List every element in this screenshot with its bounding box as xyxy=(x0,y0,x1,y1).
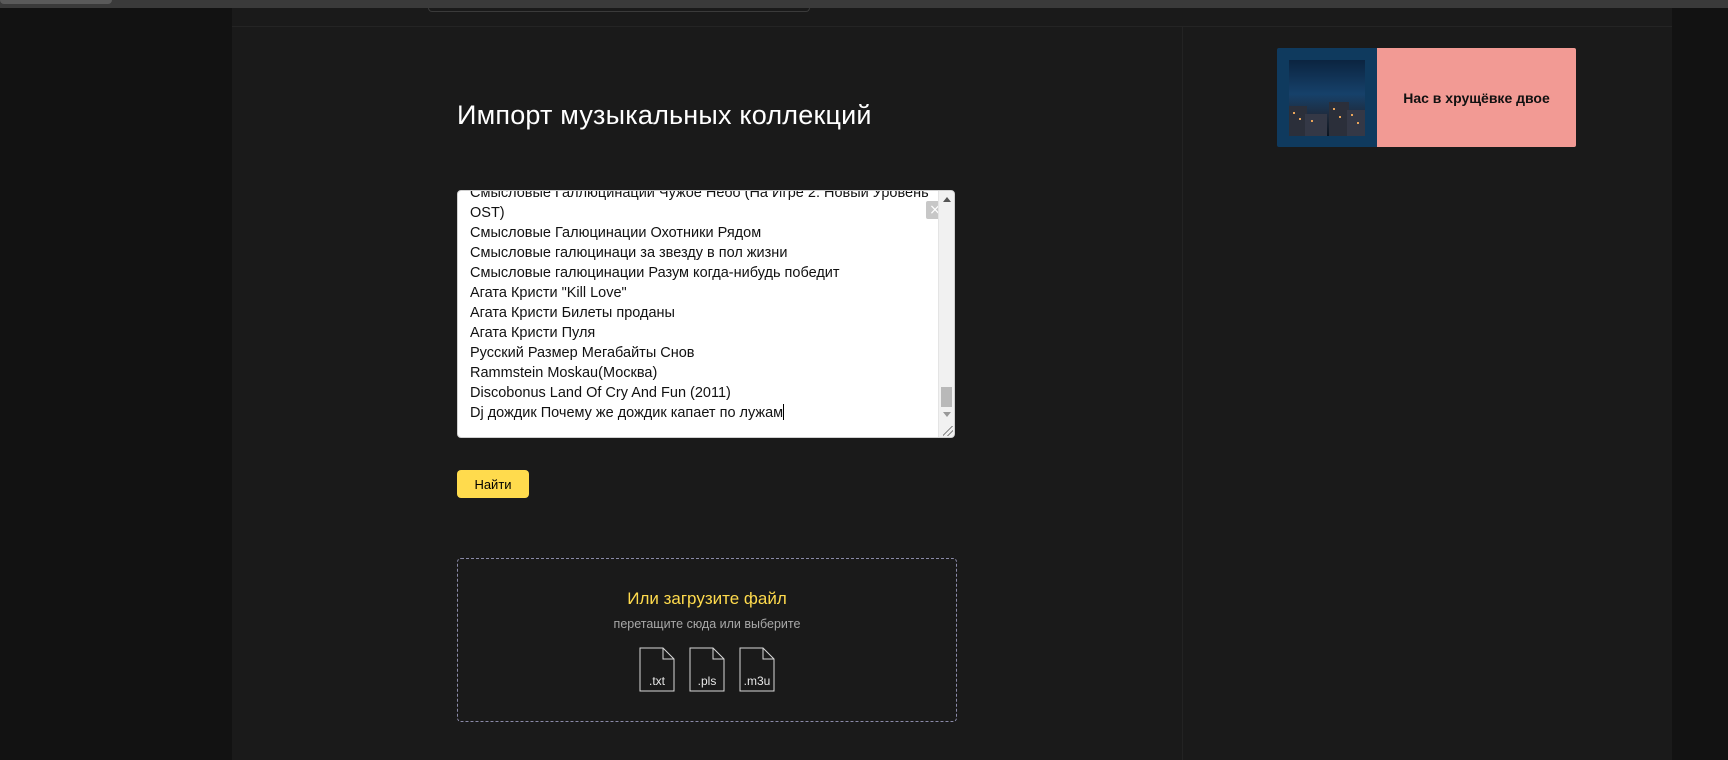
promo-title[interactable]: Нас в хрущёвке двое xyxy=(1377,48,1576,147)
file-ext-label: .pls xyxy=(697,674,717,688)
text-caret xyxy=(783,404,785,420)
track-line: Rammstein Moskau(Москва) xyxy=(470,365,658,381)
textarea-scrollbar[interactable] xyxy=(938,191,954,437)
track-line: Смысловые галюцинаци за звезду в пол жиз… xyxy=(470,245,788,261)
tracks-text[interactable]: Смысловые Галлюцинации Чужое Небо (На Иг… xyxy=(470,190,930,423)
file-format-list: .txt .pls .m3u xyxy=(458,647,956,692)
promo-card[interactable]: Нас в хрущёвке двое xyxy=(1277,48,1576,147)
track-line: Смысловые галюцинации Разум когда-нибудь… xyxy=(470,265,840,281)
upload-file-link[interactable]: Или загрузите файл xyxy=(458,589,956,609)
sidebar-divider xyxy=(1182,27,1183,760)
track-line: Смысловые Галюцинации Охотники Рядом xyxy=(470,225,762,241)
page-container: Импорт музыкальных коллекций Смысловые Г… xyxy=(232,8,1672,760)
track-line: Агата Кристи Пуля xyxy=(470,325,596,341)
promo-cover-image[interactable] xyxy=(1277,48,1377,147)
album-art-icon xyxy=(1289,60,1365,136)
track-line: Русский Размер Мегабайты Снов xyxy=(470,345,695,361)
browser-top-strip xyxy=(0,0,1728,8)
scroll-up-icon[interactable] xyxy=(943,197,951,202)
scroll-down-icon[interactable] xyxy=(943,412,951,417)
find-button[interactable]: Найти xyxy=(457,470,529,498)
tracks-textarea[interactable]: Смысловые Галлюцинации Чужое Небо (На Иг… xyxy=(457,190,955,438)
track-line-last: Dj дождик Почему же дождик капает по луж… xyxy=(470,403,930,423)
page-title: Импорт музыкальных коллекций xyxy=(457,100,872,130)
track-line: Discobonus Land Of Cry And Fun (2011) xyxy=(470,385,731,401)
browser-tab-edge xyxy=(0,0,112,4)
track-line: Агата Кристи "Kill Love" xyxy=(470,285,627,301)
header-divider xyxy=(232,26,1672,27)
file-ext-label: .m3u xyxy=(743,674,771,688)
track-line: Агата Кристи Билеты проданы xyxy=(470,305,675,321)
header-search-edge xyxy=(428,8,810,12)
file-dropzone[interactable]: Или загрузите файл перетащите сюда или в… xyxy=(457,558,957,722)
txt-file-icon: .txt xyxy=(639,647,675,692)
track-line-text: Dj дождик Почему же дождик капает по луж… xyxy=(470,405,784,421)
pls-file-icon: .pls xyxy=(689,647,725,692)
resize-handle-icon[interactable] xyxy=(943,426,953,436)
m3u-file-icon: .m3u xyxy=(739,647,775,692)
track-line: Смысловые Галлюцинации Чужое Небо (На Иг… xyxy=(470,190,929,221)
scroll-thumb[interactable] xyxy=(941,387,952,407)
upload-hint: перетащите сюда или выберите xyxy=(613,617,801,631)
file-ext-label: .txt xyxy=(648,674,665,688)
